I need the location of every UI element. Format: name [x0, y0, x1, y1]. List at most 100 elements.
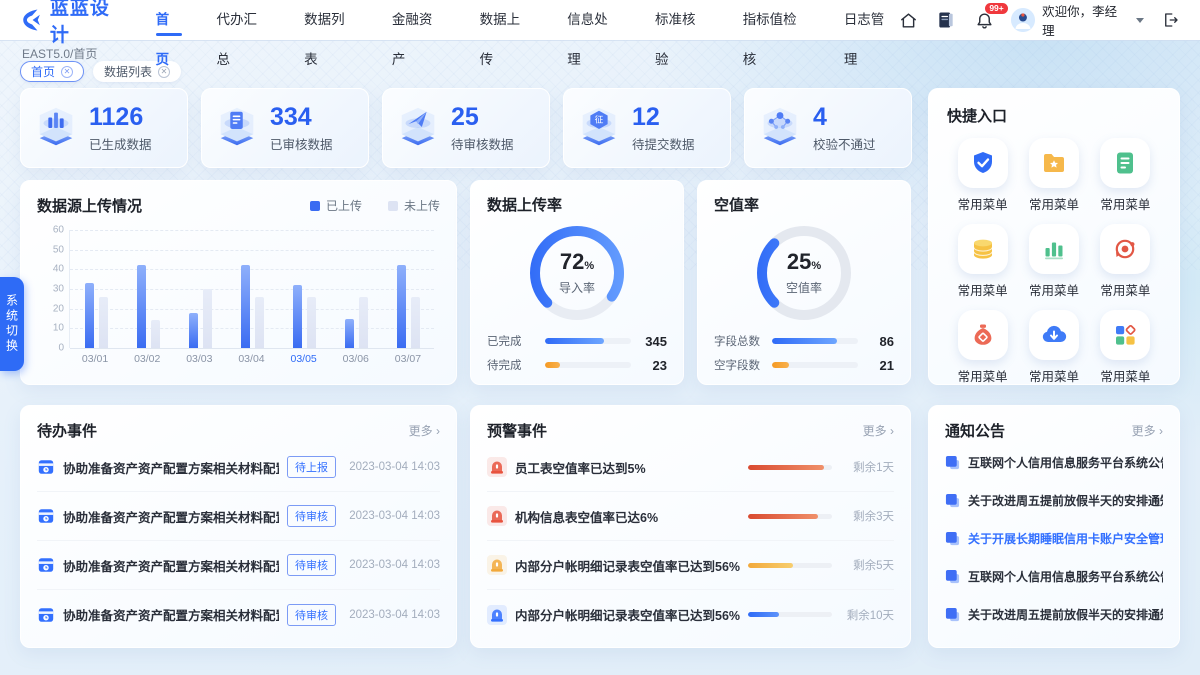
progress-fill: [545, 362, 560, 368]
progress-row-total-fields: 字段总数 86: [714, 333, 894, 349]
stat-card-pending-submit[interactable]: 征 12 待提交数据: [563, 88, 731, 168]
dashboard-page: 蓝蓝设计 首页代办汇总数据列表金融资产数据上传信息处理标准核验指标值检核日志管理: [0, 0, 1200, 675]
message-icon: [945, 569, 960, 584]
system-switch-tab[interactable]: 系统切换: [0, 277, 24, 371]
quick-item-funds[interactable]: 常用菜单: [958, 310, 1008, 385]
stat-value: 1126: [89, 103, 152, 131]
warning-events-card: 预警事件 更多 › 员工表空值率已达到5% 剩余1天: [470, 405, 911, 648]
progress-track: [545, 362, 631, 368]
nav-item[interactable]: 金融资产: [392, 0, 446, 40]
progress-fill: [772, 338, 837, 344]
warning-row[interactable]: 机构信息表空值率已达6% 剩余3天: [487, 492, 894, 541]
todo-row[interactable]: 协助准备资产资产配置方案相关材料配置方案 待上报 2023-03-04 14:0…: [37, 443, 440, 492]
close-icon[interactable]: ✕: [61, 66, 73, 78]
nav-item[interactable]: 信息处理: [567, 0, 621, 40]
stat-card-pending-review[interactable]: 25 待审核数据: [382, 88, 550, 168]
todo-time: 2023-03-04 14:03: [344, 559, 440, 571]
stat-card-reviewed[interactable]: 334 已审核数据: [201, 88, 369, 168]
todo-time: 2023-03-04 14:03: [344, 461, 440, 473]
progress-row-null-fields: 空字段数 21: [714, 357, 894, 373]
notice-row[interactable]: 关于开展长期睡眠信用卡账户安全管理...: [945, 519, 1163, 557]
chart-title: 数据源上传情况: [37, 195, 142, 216]
quick-item-apps[interactable]: 常用菜单: [1100, 310, 1150, 385]
quick-item-folder[interactable]: 常用菜单: [1029, 138, 1079, 213]
tab-label: 首页: [31, 63, 55, 80]
logout-icon[interactable]: [1160, 9, 1182, 31]
quick-item-chart[interactable]: 常用菜单: [1029, 224, 1079, 299]
y-axis-tick: 40: [40, 264, 64, 275]
notification-badge: 99+: [985, 3, 1007, 14]
stat-cards-row: 1126 已生成数据 334 已审核数据: [20, 88, 912, 168]
quick-item-document[interactable]: 常用菜单: [1100, 138, 1150, 213]
stat-card-failed-validation[interactable]: 4 校验不通过: [744, 88, 912, 168]
upload-status-chart-card: 数据源上传情况 已上传 未上传 6050403020100 03/0103/02…: [20, 180, 457, 385]
quick-item-label: 常用菜单: [1100, 194, 1150, 213]
logo-text: 蓝蓝设计: [50, 0, 130, 47]
bar-group: [174, 230, 226, 348]
bar-xlabels: 03/0103/0203/0303/0403/0503/0603/07: [69, 353, 434, 365]
quick-item-database[interactable]: 常用菜单: [958, 224, 1008, 299]
progress-fill: [772, 362, 789, 368]
legend-label: 已上传: [326, 197, 362, 214]
stat-label: 待提交数据: [632, 134, 695, 153]
notice-row[interactable]: 关于改进周五提前放假半天的安排通知: [945, 595, 1163, 633]
notice-title: 通知公告: [945, 420, 1005, 441]
progress-label: 待完成: [487, 357, 537, 373]
nav-item[interactable]: 日志管理: [844, 0, 898, 40]
quick-item-shield[interactable]: 常用菜单: [958, 138, 1008, 213]
warning-row[interactable]: 员工表空值率已达到5% 剩余1天: [487, 443, 894, 492]
message-icon: [945, 607, 960, 622]
breadcrumb: EAST5.0/首页: [22, 45, 97, 62]
user-menu[interactable]: 欢迎你，李经理: [1011, 1, 1144, 39]
y-axis-tick: 50: [40, 244, 64, 255]
x-axis-label: 03/07: [382, 353, 434, 365]
calendar-icon: [37, 458, 55, 476]
nav-item[interactable]: 指标值检核: [743, 0, 810, 40]
cube-send-icon: [395, 105, 441, 151]
x-axis-label: 03/05: [278, 353, 330, 365]
quick-item-label: 常用菜单: [958, 280, 1008, 299]
nav-item[interactable]: 数据列表: [304, 0, 358, 40]
warning-row[interactable]: 内部分户帐明细记录表空值率已达到56% 剩余5天: [487, 541, 894, 590]
notice-more-link[interactable]: 更多 ›: [1132, 422, 1163, 439]
shield-check-icon: [970, 150, 996, 176]
notification-bell-icon[interactable]: 99+: [973, 9, 995, 31]
stat-value: 25: [451, 103, 514, 131]
status-badge: 待上报: [287, 456, 336, 478]
notice-row[interactable]: 关于改进周五提前放假半天的安排通知: [945, 481, 1163, 519]
quick-item-cloud[interactable]: 常用菜单: [1029, 310, 1079, 385]
upload-rate-card: 数据上传率 72% 导入率 已完成 345 待完成 23: [470, 180, 684, 385]
warning-more-link[interactable]: 更多 ›: [863, 422, 894, 439]
todo-row[interactable]: 协助准备资产资产配置方案相关材料配置方案相关... 待审核 2023-03-04…: [37, 590, 440, 639]
todo-row[interactable]: 协助准备资产资产配置方案相关材料配置方案相关... 待审核 2023-03-04…: [37, 492, 440, 541]
bar: [99, 297, 108, 348]
nav-item[interactable]: 首页: [156, 0, 183, 40]
gauge-center: 25% 空值率: [752, 221, 856, 325]
todo-row[interactable]: 协助准备资产资产配置方案相关材料配置方案 待审核 2023-03-04 14:0…: [37, 541, 440, 590]
notice-row[interactable]: 互联网个人信用信息服务平台系统公告: [945, 443, 1163, 481]
app-logo[interactable]: 蓝蓝设计: [18, 0, 130, 47]
warning-remaining: 剩余10天: [840, 607, 894, 623]
tab-home[interactable]: 首页 ✕: [20, 61, 84, 82]
nav-item[interactable]: 代办汇总: [216, 0, 270, 40]
notice-row[interactable]: 互联网个人信用信息服务平台系统公告: [945, 557, 1163, 595]
nav-item[interactable]: 数据上传: [480, 0, 534, 40]
handbook-icon[interactable]: [935, 9, 957, 31]
stat-card-generated[interactable]: 1126 已生成数据: [20, 88, 188, 168]
home-icon[interactable]: [898, 9, 920, 31]
status-badge: 待审核: [287, 554, 336, 576]
logo-icon: [18, 7, 44, 33]
quick-item-sync[interactable]: 常用菜单: [1100, 224, 1150, 299]
null-rate-gauge: 25% 空值率: [752, 221, 856, 325]
progress-row-pending: 待完成 23: [487, 357, 667, 373]
database-icon: [970, 236, 996, 262]
warning-progress-track: [748, 563, 832, 568]
todo-more-link[interactable]: 更多 ›: [409, 422, 440, 439]
warning-progress-fill: [748, 465, 824, 470]
welcome-text: 欢迎你，李经理: [1042, 1, 1129, 39]
nav-item[interactable]: 标准核验: [655, 0, 709, 40]
warning-row[interactable]: 内部分户帐明细记录表空值率已达到56% 剩余10天: [487, 590, 894, 639]
bar: [293, 285, 302, 348]
x-axis-label: 03/04: [225, 353, 277, 365]
progress-track: [772, 338, 858, 344]
